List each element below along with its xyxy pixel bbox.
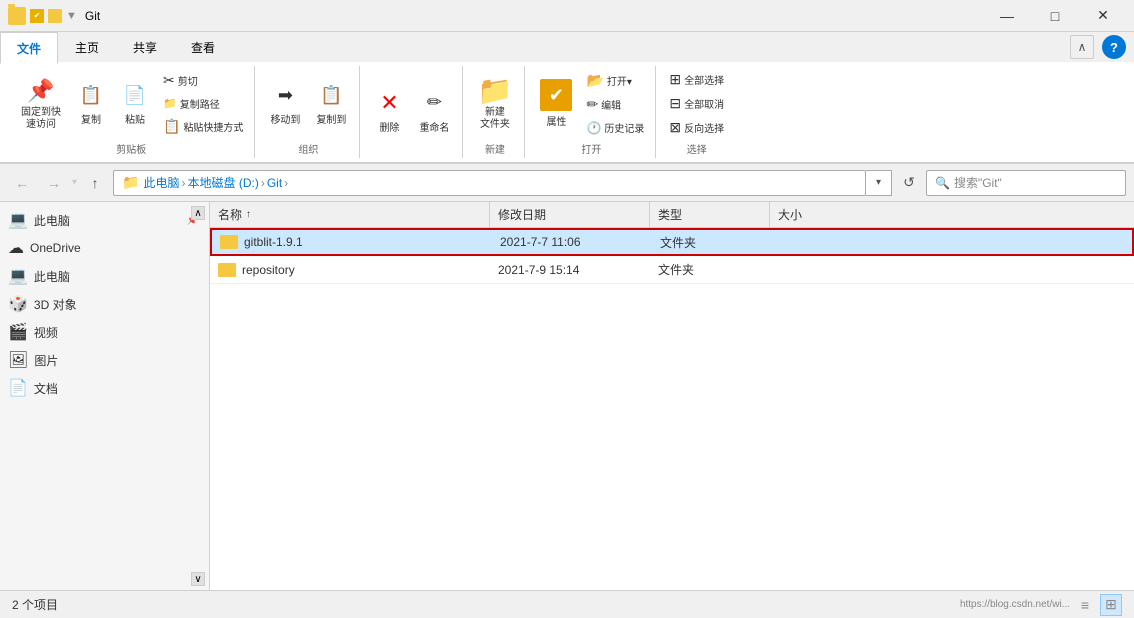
file-list: 名称 ↑ 修改日期 类型 大小 gitblit-1.9.1 2021-7-7 1… — [210, 202, 1134, 590]
breadcrumb-git[interactable]: Git — [267, 176, 282, 190]
new-folder-button[interactable]: 📁 新建文件夹 — [473, 72, 517, 136]
sidebar-scroll-down[interactable]: ∨ — [191, 572, 205, 586]
tab-home[interactable]: 主页 — [58, 32, 116, 62]
copy-to-button[interactable]: 📋 复制到 — [309, 76, 353, 131]
ribbon-group-new: 📁 新建文件夹 新建 — [465, 66, 525, 158]
window-title: Git — [85, 9, 984, 23]
file-name-gitblit: gitblit-1.9.1 — [212, 235, 492, 249]
ribbon-content: 📌 固定到快速访问 📋 复制 📄 粘贴 ✂ 剪切 📁 复制路径 — [0, 62, 1134, 164]
status-bar: 2 个项目 https://blog.csdn.net/wi... ≡ ⊞ — [0, 590, 1134, 618]
file-row-repository[interactable]: repository 2021-7-9 15:14 文件夹 — [210, 256, 1134, 284]
up-button[interactable]: ↑ — [81, 170, 109, 196]
back-button[interactable]: ← — [8, 170, 36, 196]
ribbon-tabs: 文件 主页 共享 查看 ∧ ? — [0, 32, 1134, 62]
forward-button[interactable]: → — [40, 170, 68, 196]
title-controls: — □ ✕ — [984, 2, 1126, 30]
copy-path-button[interactable]: 📁 复制路径 — [158, 93, 248, 114]
file-row-gitblit[interactable]: gitblit-1.9.1 2021-7-7 11:06 文件夹 — [210, 228, 1134, 256]
computer-icon: 💻 — [8, 210, 28, 230]
minimize-button[interactable]: — — [984, 2, 1030, 30]
properties-button[interactable]: ✔ 属性 — [533, 74, 579, 133]
folder-icon — [220, 235, 238, 249]
sidebar-item-this-pc[interactable]: 💻 此电脑 📌 — [0, 206, 209, 234]
ribbon-group-clipboard: 📌 固定到快速访问 📋 复制 📄 粘贴 ✂ 剪切 📁 复制路径 — [8, 66, 255, 158]
docs-icon: 📄 — [8, 378, 28, 398]
video-icon: 🎬 — [8, 322, 28, 342]
main-content: ∧ 💻 此电脑 📌 ☁ OneDrive 💻 此电脑 🎲 3D 对象 🎬 视频 … — [0, 202, 1134, 590]
sidebar-item-pictures[interactable]: 🖼 图片 — [0, 346, 209, 374]
open-button[interactable]: 📂 打开▾ — [581, 69, 649, 92]
detail-view-button[interactable]: ⊞ — [1100, 594, 1122, 616]
breadcrumb-computer[interactable]: 此电脑 — [143, 174, 179, 191]
edit-button[interactable]: ✏ 编辑 — [581, 93, 649, 116]
ribbon-group-delete: ✕ 删除 ✏ 重命名 — [362, 66, 463, 158]
column-size[interactable]: 大小 — [770, 202, 1134, 227]
sidebar-item-video[interactable]: 🎬 视频 — [0, 318, 209, 346]
open-group-label: 打开 — [581, 141, 601, 156]
title-bar-icons: ✔ ▼ — [8, 7, 77, 25]
sidebar-item-3d[interactable]: 🎲 3D 对象 — [0, 290, 209, 318]
file-name-repository: repository — [210, 263, 490, 277]
history-button[interactable]: 🕐 历史记录 — [581, 117, 649, 138]
pin-to-quickaccess-button[interactable]: 📌 固定到快速访问 — [14, 72, 68, 136]
copy-button[interactable]: 📋 复制 — [70, 76, 112, 131]
ribbon-group-organize: ➡ 移动到 📋 复制到 组织 — [257, 66, 360, 158]
file-type-repository: 文件夹 — [650, 261, 770, 278]
ribbon-group-open: ✔ 属性 📂 打开▾ ✏ 编辑 🕐 历史记录 打开 — [527, 66, 656, 158]
move-to-button[interactable]: ➡ 移动到 — [263, 76, 307, 131]
title-bar: ✔ ▼ Git — □ ✕ — [0, 0, 1134, 32]
pictures-icon: 🖼 — [8, 350, 28, 370]
column-type[interactable]: 类型 — [650, 202, 770, 227]
invert-selection-button[interactable]: ⊠ 反向选择 — [664, 116, 729, 139]
select-group-label: 选择 — [687, 141, 707, 156]
search-box[interactable]: 🔍 搜索"Git" — [926, 170, 1126, 196]
folder-icon-2 — [218, 263, 236, 277]
file-list-header: 名称 ↑ 修改日期 类型 大小 — [210, 202, 1134, 228]
tab-share[interactable]: 共享 — [116, 32, 174, 62]
delete-button[interactable]: ✕ 删除 — [368, 84, 410, 139]
column-name[interactable]: 名称 ↑ — [210, 202, 490, 227]
3d-icon: 🎲 — [8, 294, 28, 314]
paste-shortcut-button[interactable]: 📋 粘贴快捷方式 — [158, 115, 248, 138]
sidebar-item-docs[interactable]: 📄 文档 — [0, 374, 209, 402]
close-button[interactable]: ✕ — [1080, 2, 1126, 30]
select-all-button[interactable]: ⊞ 全部选择 — [664, 68, 729, 91]
cut-button[interactable]: ✂ 剪切 — [158, 69, 248, 92]
sidebar-item-onedrive[interactable]: ☁ OneDrive — [0, 234, 209, 262]
address-path[interactable]: 📁 此电脑 › 本地磁盘 (D:) › Git › — [113, 170, 866, 196]
select-none-button[interactable]: ⊟ 全部取消 — [664, 92, 729, 115]
sidebar-item-computer[interactable]: 💻 此电脑 — [0, 262, 209, 290]
breadcrumb-disk[interactable]: 本地磁盘 (D:) — [187, 174, 258, 191]
column-date[interactable]: 修改日期 — [490, 202, 650, 227]
file-date-gitblit: 2021-7-7 11:06 — [492, 235, 652, 249]
computer2-icon: 💻 — [8, 266, 28, 286]
clipboard-group-label: 剪贴板 — [116, 141, 146, 156]
tab-file[interactable]: 文件 — [0, 32, 58, 64]
help-button[interactable]: ? — [1102, 35, 1126, 59]
refresh-button[interactable]: ↺ — [896, 170, 922, 196]
search-placeholder: 搜索"Git" — [954, 174, 1002, 191]
rename-button[interactable]: ✏ 重命名 — [412, 84, 456, 139]
new-group-label: 新建 — [485, 141, 505, 156]
item-count: 2 个项目 — [12, 596, 58, 613]
file-type-gitblit: 文件夹 — [652, 234, 772, 251]
file-date-repository: 2021-7-9 15:14 — [490, 263, 650, 277]
organize-group-label: 组织 — [298, 141, 318, 156]
sidebar-scroll-up[interactable]: ∧ — [191, 206, 205, 220]
list-view-button[interactable]: ≡ — [1074, 594, 1096, 616]
ribbon-collapse-button[interactable]: ∧ — [1070, 35, 1094, 59]
watermark-text: https://blog.csdn.net/wi... — [960, 599, 1070, 610]
onedrive-icon: ☁ — [8, 238, 24, 258]
maximize-button[interactable]: □ — [1032, 2, 1078, 30]
sidebar: ∧ 💻 此电脑 📌 ☁ OneDrive 💻 此电脑 🎲 3D 对象 🎬 视频 … — [0, 202, 210, 590]
address-bar: ← → ▾ ↑ 📁 此电脑 › 本地磁盘 (D:) › Git › ▾ ↺ 🔍 … — [0, 164, 1134, 202]
paste-button[interactable]: 📄 粘贴 — [114, 76, 156, 131]
address-dropdown-button[interactable]: ▾ — [866, 170, 892, 196]
tab-view[interactable]: 查看 — [174, 32, 232, 62]
ribbon-group-select: ⊞ 全部选择 ⊟ 全部取消 ⊠ 反向选择 选择 — [658, 66, 735, 158]
